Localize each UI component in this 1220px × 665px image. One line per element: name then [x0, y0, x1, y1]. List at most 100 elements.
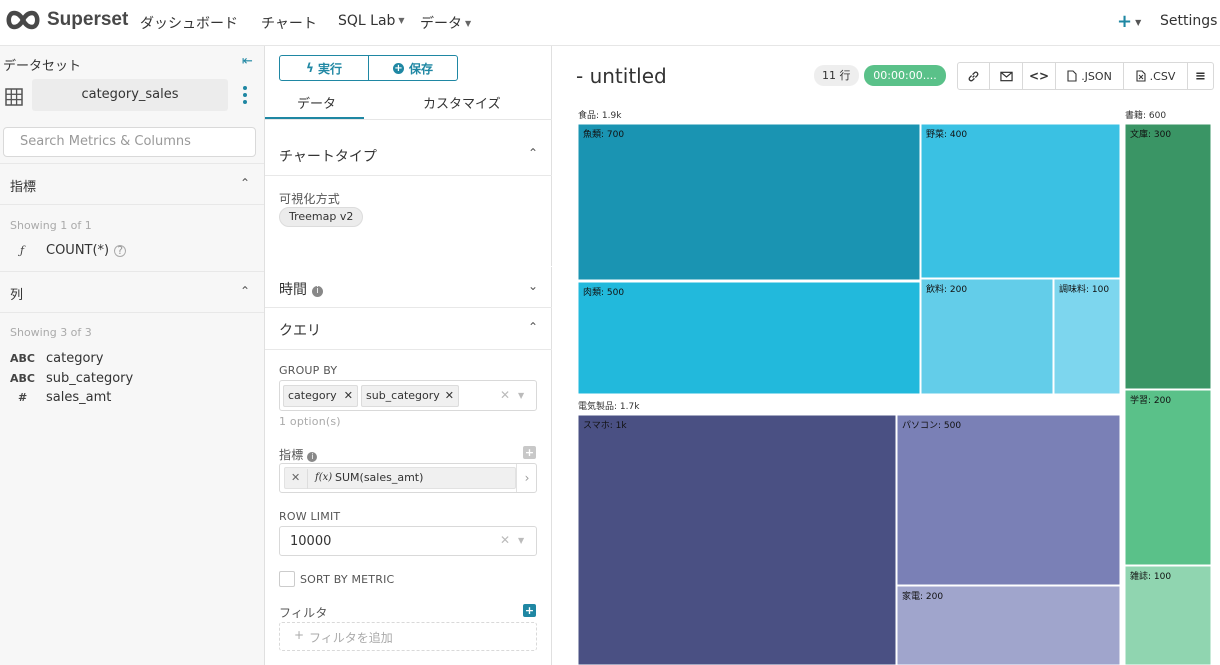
group-by-tag-label: sub_category: [366, 389, 440, 402]
add-metric-button[interactable]: +: [523, 446, 536, 459]
treemap-cell[interactable]: [920, 278, 1054, 395]
treemap-cell[interactable]: [896, 414, 1121, 586]
treemap-cell[interactable]: [1124, 389, 1212, 566]
treemap-cell[interactable]: [1053, 278, 1121, 395]
new-item-menu[interactable]: + ▼: [1117, 11, 1141, 32]
chevron-up-icon: ⌃: [527, 146, 538, 160]
collapse-panel-icon[interactable]: ⇤: [242, 54, 253, 69]
remove-metric-icon[interactable]: ✕: [291, 471, 300, 484]
treemap-cell[interactable]: [1124, 123, 1212, 390]
clear-icon[interactable]: ✕: [500, 388, 510, 402]
chevron-down-icon: ⌄: [527, 279, 538, 293]
metric-select[interactable]: ✕ f(x) SUM(sales_amt) ›: [279, 463, 537, 493]
treemap-group-label: 書籍: 600: [1125, 109, 1166, 121]
column-item[interactable]: # sales_amt: [10, 390, 111, 405]
string-type-icon: ABC: [10, 352, 35, 365]
dataset-menu-icon[interactable]: [243, 86, 247, 104]
function-icon: ƒ: [20, 244, 25, 257]
treemap-group-label: 電気製品: 1.7k: [578, 400, 640, 412]
lightning-icon: ϟ: [306, 61, 314, 75]
metrics-columns-search-input[interactable]: Search Metrics & Columns: [3, 127, 256, 157]
sort-by-metric-label: SORT BY METRIC: [300, 573, 395, 586]
column-name: category: [46, 351, 104, 366]
metrics-section-title: 指標: [10, 180, 37, 195]
caret-down-icon: ▼: [1135, 18, 1142, 27]
nav-charts[interactable]: チャート: [261, 13, 317, 33]
nav-sql-lab[interactable]: SQL Lab ▼: [338, 13, 405, 29]
treemap-cell-label: 学習: 200: [1130, 394, 1171, 406]
column-name: sales_amt: [46, 390, 112, 405]
group-by-select[interactable]: category ✕ sub_category ✕ ✕ ▼: [279, 380, 537, 411]
info-icon: i: [312, 286, 323, 297]
metric-tag-label: SUM(sales_amt): [335, 471, 424, 484]
metric-item[interactable]: ƒ COUNT(*) ?: [10, 243, 127, 258]
nav-data-label: データ: [420, 16, 462, 32]
columns-section-title: 列: [10, 288, 24, 303]
treemap-cell[interactable]: [577, 123, 921, 281]
time-section-label: 時間: [279, 282, 307, 298]
chart-type-section-header[interactable]: チャートタイプ ⌃: [265, 120, 552, 176]
string-type-icon: ABC: [10, 372, 35, 385]
chevron-up-icon: ⌃: [527, 320, 538, 334]
help-icon[interactable]: ?: [114, 244, 127, 257]
treemap-cell[interactable]: [920, 123, 1121, 279]
nav-dashboards[interactable]: ダッシュボード: [140, 13, 238, 33]
nav-sql-lab-label: SQL Lab: [338, 13, 396, 29]
metrics-section-header[interactable]: 指標 ⌃: [0, 163, 264, 205]
treemap-cell-label: 調味料: 100: [1059, 283, 1109, 295]
time-section-header[interactable]: 時間 i ⌄: [265, 266, 552, 308]
nav-data[interactable]: データ ▼: [420, 13, 471, 33]
viz-type-label: 可視化方式: [279, 192, 341, 206]
column-item[interactable]: ABC category: [10, 351, 103, 366]
treemap-cell-label: 野菜: 400: [926, 128, 967, 140]
run-button[interactable]: ϟ 実行: [280, 56, 368, 80]
treemap-cell[interactable]: [577, 414, 897, 665]
remove-tag-icon[interactable]: ✕: [344, 386, 353, 406]
treemap-cell-label: 飲料: 200: [926, 283, 967, 295]
tag-divider: [307, 469, 308, 489]
column-name: sub_category: [46, 371, 134, 386]
metrics-label-text: 指標: [279, 448, 304, 462]
chevron-down-icon: ▼: [518, 536, 525, 545]
top-nav: Superset ダッシュボード チャート SQL Lab ▼ データ ▼ + ▼ S…: [0, 0, 1220, 46]
tab-customize[interactable]: カスタマイズ: [423, 93, 501, 112]
group-by-tag[interactable]: sub_category ✕: [361, 385, 459, 407]
dataset-panel-title: データセット: [3, 59, 82, 74]
chevron-right-icon[interactable]: ›: [516, 464, 537, 492]
clear-icon[interactable]: ✕: [500, 533, 510, 547]
save-button-label: 保存: [408, 61, 433, 76]
treemap-cell[interactable]: [577, 281, 921, 395]
group-by-tag-label: category: [288, 389, 337, 402]
nav-settings-label: Settings: [1160, 13, 1218, 29]
add-filter-field[interactable]: + フィルタを追加: [279, 622, 537, 651]
caret-down-icon: ▼: [465, 19, 472, 28]
superset-logo[interactable]: Superset: [4, 9, 128, 31]
active-tab-indicator: [265, 117, 364, 119]
time-section-title: 時間 i: [279, 279, 323, 299]
tab-data[interactable]: データ: [297, 93, 336, 112]
treemap-chart: 食品: 1.9k 魚類: 700 肉類: 500 野菜: 400 飲料: 200 調味料:…: [577, 109, 1212, 665]
plus-icon: +: [1117, 11, 1133, 32]
add-filter-button[interactable]: +: [523, 604, 536, 617]
columns-section-header[interactable]: 列 ⌃: [0, 271, 264, 313]
group-by-hint: 1 option(s): [279, 415, 341, 428]
dataset-name[interactable]: category_sales: [32, 79, 228, 111]
query-section-header[interactable]: クエリ ⌃: [265, 308, 552, 350]
treemap-cell-label: スマホ: 1k: [583, 420, 627, 431]
group-by-tag[interactable]: category ✕: [283, 385, 358, 407]
plus-circle-icon: +: [392, 62, 404, 74]
viz-type-selector[interactable]: Treemap v2: [279, 207, 364, 227]
chart-type-section-title: チャートタイプ: [279, 149, 377, 165]
column-item[interactable]: ABC sub_category: [10, 371, 133, 386]
nav-settings[interactable]: Settings▼: [1160, 13, 1220, 29]
dataset-panel: データセット ⇤ category_sales Search Metrics &…: [0, 46, 265, 665]
brand-name: Superset: [47, 9, 129, 30]
metric-tag[interactable]: ✕ f(x) SUM(sales_amt): [284, 467, 516, 489]
table-grid-icon: [5, 88, 23, 106]
row-limit-value: 10000: [290, 534, 332, 549]
sort-by-metric-checkbox[interactable]: [279, 571, 295, 587]
save-button[interactable]: + 保存: [368, 56, 457, 80]
group-by-label: GROUP BY: [279, 364, 338, 377]
row-limit-select[interactable]: 10000 ✕ ▼: [279, 526, 537, 556]
remove-tag-icon[interactable]: ✕: [445, 386, 454, 406]
